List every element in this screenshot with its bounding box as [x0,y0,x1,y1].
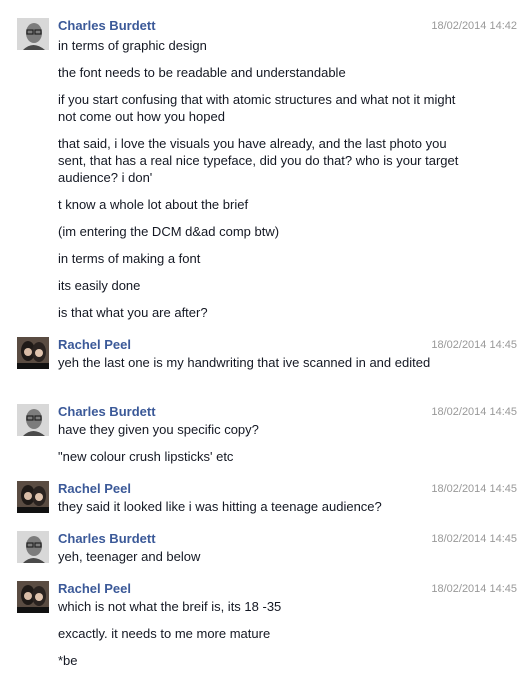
message-text: if you start confusing that with atomic … [58,92,456,124]
timestamp: 18/02/2014 14:45 [431,583,517,595]
sender-name[interactable]: Charles Burdett [58,18,156,34]
rachel-avatar[interactable] [17,481,49,513]
message-text: they said it looked like i was hitting a… [58,499,382,514]
sender-name[interactable]: Rachel Peel [58,337,131,353]
message-text: that said, i love the visuals you have a… [58,136,459,185]
message-text: the font needs to be readable and unders… [58,65,346,80]
timestamp: 18/02/2014 14:45 [431,483,517,495]
charles-avatar[interactable] [17,18,49,50]
timestamp: 18/02/2014 14:45 [431,533,517,545]
sender-name[interactable]: Rachel Peel [58,581,131,597]
timestamp: 18/02/2014 14:45 [431,339,517,351]
message-text: t know a whole lot about the brief [58,197,249,212]
charles-avatar[interactable] [17,404,49,436]
message-text: its easily done [58,278,141,293]
charles-avatar[interactable] [17,531,49,563]
message-text: in terms of graphic design [58,38,207,53]
message-text: which is not what the breif is, its 18 -… [58,599,282,614]
sender-name[interactable]: Charles Burdett [58,531,156,547]
message-text: yeh the last one is my handwriting that … [58,355,431,370]
sender-name[interactable]: Rachel Peel [58,481,131,497]
message-text: "new colour crush lipsticks' etc [58,449,234,464]
message-text: is that what you are after? [58,305,208,320]
message-text: excactly. it needs to me more mature [58,626,271,641]
sender-name[interactable]: Charles Burdett [58,404,156,420]
rachel-avatar[interactable] [17,337,49,369]
message-text: in terms of making a font [58,251,201,266]
timestamp: 18/02/2014 14:42 [431,20,517,32]
message-text: yeh, teenager and below [58,549,201,564]
rachel-avatar[interactable] [17,581,49,613]
message-text: *be [58,653,78,668]
message-text: have they given you specific copy? [58,422,259,437]
timestamp: 18/02/2014 14:45 [431,406,517,418]
message-text: (im entering the DCM d&ad comp btw) [58,224,280,239]
